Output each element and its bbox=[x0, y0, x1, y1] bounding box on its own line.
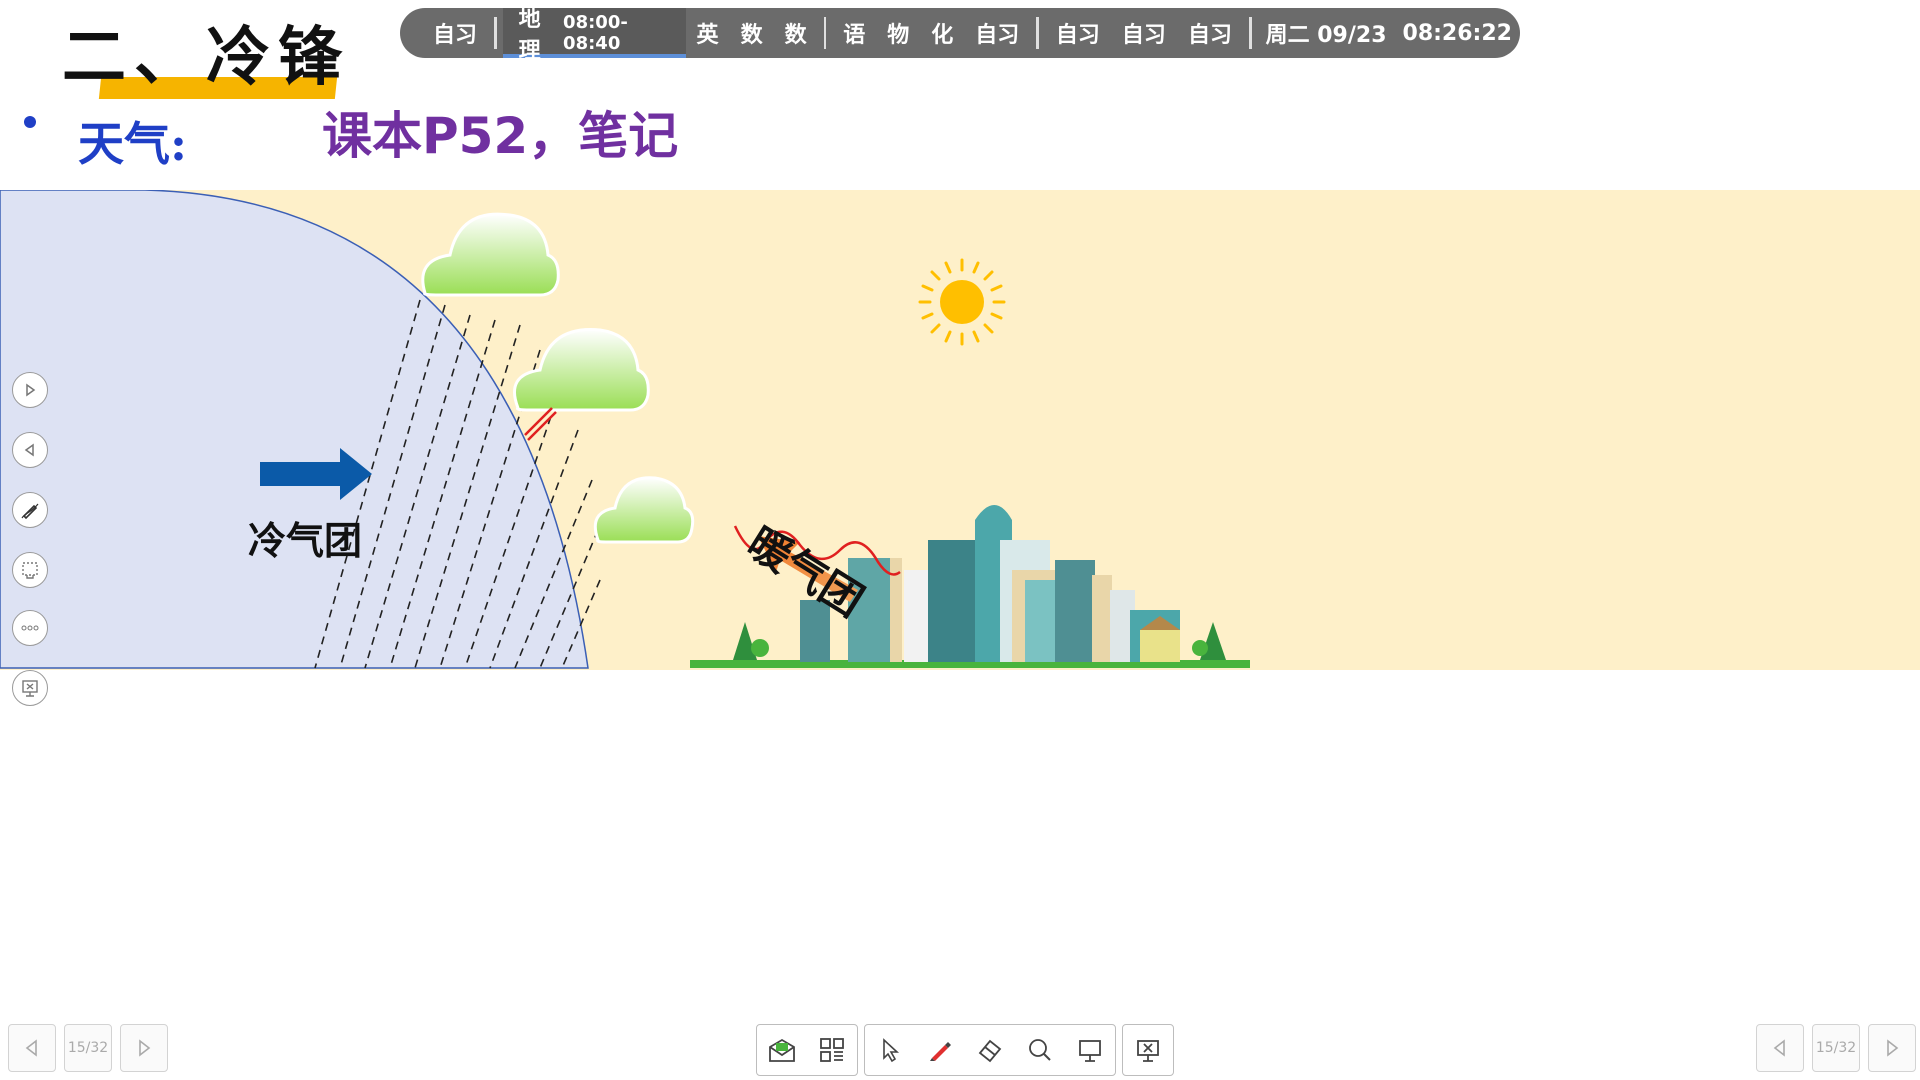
schedule-item: 数 bbox=[784, 23, 807, 48]
current-subject: 地理 bbox=[518, 8, 541, 58]
pen-icon[interactable] bbox=[12, 492, 48, 528]
schedule-clock: 08:26:22 bbox=[1402, 20, 1512, 46]
bullet-dot bbox=[24, 116, 36, 128]
tool-group-exit bbox=[1122, 1024, 1174, 1076]
schedule-item: 英 bbox=[696, 23, 719, 48]
exit-icon[interactable] bbox=[12, 670, 48, 706]
screen-capture-icon[interactable] bbox=[12, 552, 48, 588]
schedule-item: 语 bbox=[843, 23, 866, 48]
present-icon[interactable] bbox=[1065, 1025, 1115, 1075]
schedule-item: 自习 bbox=[975, 23, 1020, 48]
schedule-item: 自习 bbox=[1055, 23, 1100, 48]
schedule-item: 自习 bbox=[433, 23, 478, 48]
play-forward-icon[interactable] bbox=[12, 372, 48, 408]
play-back-icon[interactable] bbox=[12, 432, 48, 468]
slide-title: 二、冷锋 bbox=[62, 21, 350, 95]
mail-icon[interactable] bbox=[757, 1025, 807, 1075]
qr-grid-icon[interactable] bbox=[807, 1025, 857, 1075]
schedule-current-period: 地理 08:00-08:40 bbox=[502, 8, 686, 58]
pager-right: 15/32 bbox=[1756, 1024, 1916, 1072]
cold-air-mass-label: 冷气团 bbox=[248, 519, 363, 563]
schedule-item: 自习 bbox=[1121, 23, 1166, 48]
current-time-range: 08:00-08:40 bbox=[563, 12, 628, 54]
schedule-separator bbox=[823, 17, 827, 49]
schedule-item: 数 bbox=[740, 23, 763, 48]
schedule-separator bbox=[1248, 17, 1252, 49]
textbook-reference: 课本P52，笔记 bbox=[322, 107, 679, 165]
tool-group-annotate bbox=[864, 1024, 1116, 1076]
next-page-icon[interactable] bbox=[120, 1024, 168, 1072]
pen-icon[interactable] bbox=[915, 1025, 965, 1075]
page-indicator: 15/32 bbox=[64, 1024, 112, 1072]
weather-label: 天气: bbox=[78, 117, 187, 171]
schedule-date: 周二 09/23 bbox=[1265, 23, 1387, 48]
page-indicator: 15/32 bbox=[1812, 1024, 1860, 1072]
next-page-icon[interactable] bbox=[1868, 1024, 1916, 1072]
schedule-item: 自习 bbox=[1187, 23, 1232, 48]
pointer-icon[interactable] bbox=[865, 1025, 915, 1075]
eraser-icon[interactable] bbox=[965, 1025, 1015, 1075]
more-icon[interactable] bbox=[12, 610, 48, 646]
schedule-item: 化 bbox=[931, 23, 954, 48]
schedule-separator bbox=[494, 17, 497, 49]
close-presentation-icon[interactable] bbox=[1123, 1025, 1173, 1075]
previous-page-icon[interactable] bbox=[8, 1024, 56, 1072]
zoom-icon[interactable] bbox=[1015, 1025, 1065, 1075]
cold-front-diagram bbox=[0, 190, 1920, 670]
schedule-item: 物 bbox=[887, 23, 910, 48]
class-schedule-bar: 自习 地理 08:00-08:40 英 数 数 语 物 化 自习 自习 自习 自… bbox=[400, 8, 1520, 58]
tool-group-share bbox=[756, 1024, 858, 1076]
pager-left: 15/32 bbox=[8, 1024, 168, 1072]
previous-page-icon[interactable] bbox=[1756, 1024, 1804, 1072]
schedule-separator bbox=[1036, 17, 1039, 49]
bottom-toolbar bbox=[756, 1024, 1174, 1076]
